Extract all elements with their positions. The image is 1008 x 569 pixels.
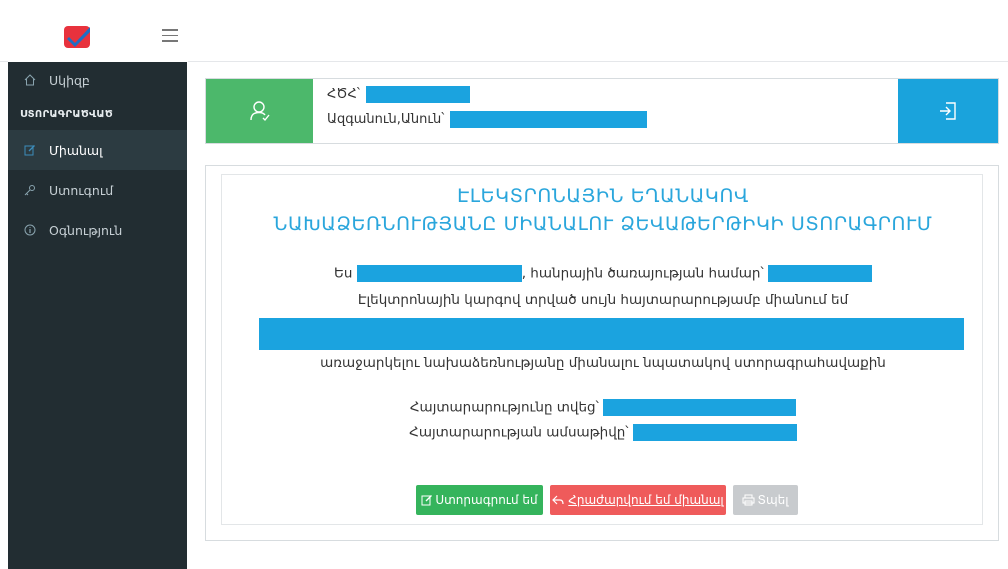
sign-button[interactable]: Ստորագրում եմ <box>416 485 543 515</box>
service-redacted <box>768 265 872 282</box>
document-title-line1: ԷԼԵԿՏՐՈՆԱՅԻՆ ԵՂԱՆԱԿՈՎ <box>457 185 749 207</box>
home-icon <box>23 73 37 87</box>
key-icon <box>23 183 37 197</box>
declarer-value-redacted <box>603 399 797 416</box>
print-button-label: Տպել <box>757 493 789 507</box>
declarant-line: Ես , հանրային ծառայության համար՝ <box>222 265 984 282</box>
date-row: Հայտարարության ամսաթիվը՝ <box>222 424 984 441</box>
document-title-line2: ՆԱԽԱՁԵՌՆՈՒԹՅԱՆԸ ՄԻԱՆԱԼՈՒ ՁԵՎԱԹԵՐԹԻԿԻ ՍՏՈ… <box>273 213 933 235</box>
top-bar <box>0 0 1008 62</box>
initiative-text-redacted <box>259 318 964 350</box>
ssn-value-redacted <box>366 86 471 103</box>
menu-toggle-icon[interactable] <box>162 29 178 42</box>
sidebar-item-label: Ստուգում <box>49 182 114 198</box>
name-label: Ազգանուն,Անուն՝ <box>327 112 445 127</box>
declarant-name-redacted <box>356 265 522 282</box>
sidebar-item-label: Օգնություն <box>49 222 123 238</box>
name-value-redacted <box>450 111 648 128</box>
logout-button[interactable] <box>898 79 998 143</box>
ssn-row: ՀԾՀ՝ <box>327 86 471 103</box>
decline-button[interactable]: Հրաժարվում եմ միանալ <box>550 485 726 515</box>
main-panel: ԷԼԵԿՏՐՈՆԱՅԻՆ ԵՂԱՆԱԿՈՎ ՆԱԽԱՁԵՌՆՈՒԹՅԱՆԸ ՄԻ… <box>205 165 999 541</box>
logo-area <box>8 6 188 62</box>
sidebar-item-check[interactable]: Ստուգում <box>8 170 187 210</box>
info-icon <box>23 223 37 237</box>
sidebar-item-home[interactable]: Սկիզբ <box>8 62 187 98</box>
print-icon <box>742 494 755 506</box>
name-row: Ազգանուն,Անուն՝ <box>327 111 648 128</box>
logo-icon <box>64 26 90 48</box>
date-value-redacted <box>632 424 797 441</box>
sidebar-item-label: Սկիզբ <box>49 72 90 88</box>
sidebar-section-header: ՍՏՈՐԱԳՐԱԾՎԱԾ <box>20 108 114 120</box>
declarant-prefix: Ես <box>333 265 353 282</box>
user-icon <box>249 101 270 122</box>
edit-icon <box>23 143 37 157</box>
ssn-label: ՀԾՀ՝ <box>327 87 360 102</box>
declaration-text-line3: առաջարկելու նախաձեռնությանը միանալու նպա… <box>320 355 886 371</box>
user-info-card: ՀԾՀ՝ Ազգանուն,Անուն՝ <box>205 78 999 144</box>
reply-icon <box>552 495 564 505</box>
sign-button-label: Ստորագրում եմ <box>435 493 538 507</box>
date-label: Հայտարարության ամսաթիվը՝ <box>409 424 629 441</box>
user-avatar <box>206 79 313 143</box>
declaration-text-line2: Էլեկտրոնային կարգով տրված սույն հայտարար… <box>357 292 849 308</box>
sidebar: Սկիզբ ՍՏՈՐԱԳՐԱԾՎԱԾ Միանալ Ստուգում Օգնու… <box>8 62 187 569</box>
declarer-row: Հայտարարությունը տվեց՝ <box>222 399 984 416</box>
sidebar-item-label: Միանալ <box>49 142 103 158</box>
decline-button-label: Հրաժարվում եմ միանալ <box>568 493 724 507</box>
declaration-form: ԷԼԵԿՏՐՈՆԱՅԻՆ ԵՂԱՆԱԿՈՎ ՆԱԽԱՁԵՌՆՈՒԹՅԱՆԸ ՄԻ… <box>221 174 983 525</box>
sidebar-item-join[interactable]: Միանալ <box>8 130 187 170</box>
sidebar-item-help[interactable]: Օգնություն <box>8 210 187 250</box>
edit-icon <box>421 495 433 506</box>
declarant-suffix: , հանրային ծառայության համար՝ <box>521 265 764 282</box>
print-button[interactable]: Տպել <box>733 485 798 515</box>
logout-icon <box>940 102 956 120</box>
declarer-label: Հայտարարությունը տվեց՝ <box>409 399 599 416</box>
